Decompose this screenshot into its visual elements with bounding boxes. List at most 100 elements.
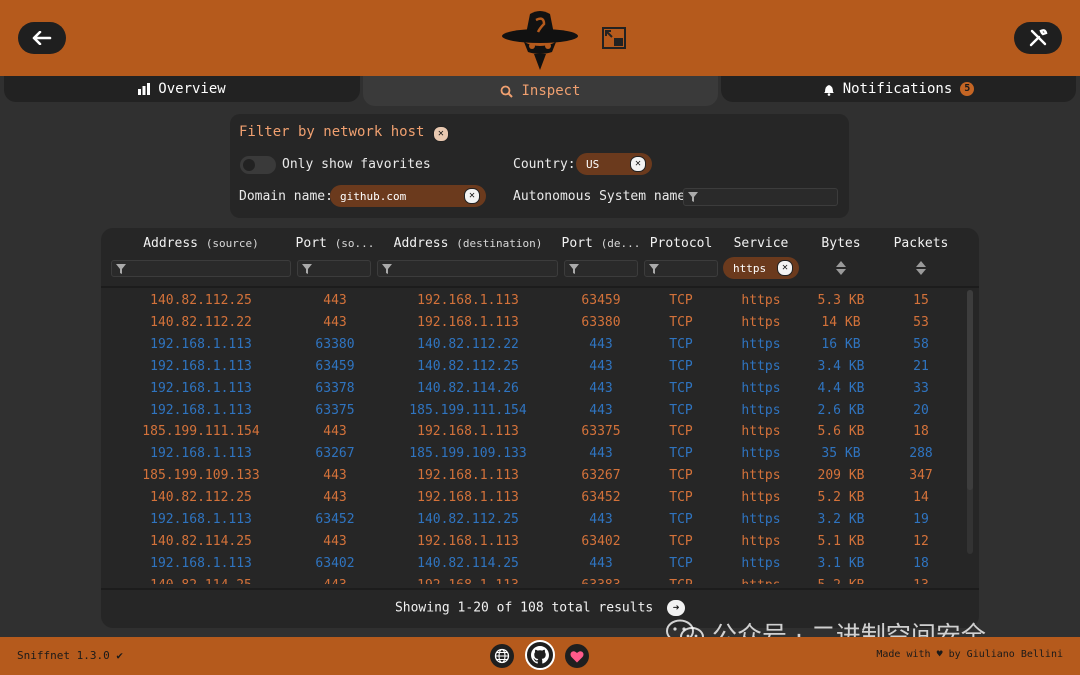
table-body[interactable]: 140.82.112.25 443 192.168.1.113 63459 TCP htt… [101, 290, 969, 584]
cell-packets: 15 [913, 293, 929, 308]
table-row[interactable]: 185.199.109.133 443 192.168.1.113 63267 TCP h… [101, 465, 969, 487]
heart-icon [570, 650, 584, 662]
tab-notifications[interactable]: Notifications 5 [721, 76, 1076, 102]
table-row[interactable]: 192.168.1.113 63402 140.82.114.25 443 TCP htt… [101, 553, 969, 575]
cell-packets: 20 [913, 402, 929, 418]
tab-label: Notifications [842, 81, 953, 97]
github-icon [531, 646, 549, 664]
version-label: Sniffnet 1.3.0 ✔ [17, 649, 123, 662]
column-filter-service[interactable]: https ✕ [723, 257, 799, 279]
domain-label: Domain name: [239, 189, 333, 204]
cell-packets: 13 [841, 575, 969, 584]
filter-icon [569, 264, 579, 274]
website-link[interactable] [490, 644, 514, 668]
table-row[interactable]: 192.168.1.113 63459 140.82.112.25 443 TCP htt… [101, 356, 969, 378]
table-row[interactable]: 185.199.111.154 443 192.168.1.113 63375 TCP h… [101, 421, 969, 443]
filter-icon [302, 264, 312, 274]
column-header-label: Packets [893, 236, 949, 251]
column-header-packets: Packets [841, 236, 979, 251]
cell-packets: 288 [909, 446, 933, 462]
thumbnail-mode-icon[interactable] [602, 27, 626, 49]
table-row[interactable]: 140.82.112.22 443 192.168.1.113 63380 TCP htt… [101, 312, 969, 334]
host-filter-panel: Filter by network host ✕ Only show favor… [230, 114, 849, 218]
footer-divider [101, 588, 979, 590]
bell-icon [823, 84, 834, 96]
as-label: Autonomous System name: [513, 189, 694, 204]
cell-packets: 14 [913, 490, 929, 506]
header-divider [101, 286, 979, 288]
sort-bytes-icon[interactable] [835, 260, 847, 276]
column-filter-source-port[interactable] [297, 260, 371, 277]
top-bar [0, 0, 1080, 76]
tab-overview[interactable]: Overview [4, 76, 360, 102]
column-filter-protocol[interactable] [644, 260, 718, 277]
tab-label: Inspect [521, 83, 581, 99]
back-button[interactable] [18, 22, 66, 54]
next-page-button[interactable]: ➜ [667, 600, 686, 616]
cell-packets: 12 [913, 533, 929, 549]
domain-filter-input[interactable]: github.com ✕ [330, 185, 486, 207]
results-text: Showing 1-20 of 108 total results [394, 600, 654, 616]
filter-icon [649, 264, 659, 274]
connections-table: Address (source) Port (so... Address (dest… [101, 228, 979, 628]
cell-packets: 347 [909, 468, 933, 484]
credit-label: Made with ♥ by Giuliano Bellini [876, 649, 1063, 660]
cell-packets: 58 [913, 336, 929, 352]
column-filter-destination-address[interactable] [377, 260, 558, 277]
table-row[interactable]: 192.168.1.113 63452 140.82.112.25 443 TCP htt… [101, 509, 969, 531]
sponsor-link[interactable] [565, 644, 589, 668]
filter-icon [688, 192, 698, 202]
country-value: US [586, 157, 600, 171]
host-filter-title-text: Filter by network host [239, 124, 425, 140]
column-header-label: Address [143, 236, 198, 251]
spy-hat-logo [502, 11, 578, 70]
cell-packets: 19 [913, 512, 929, 527]
table-row[interactable]: 140.82.112.25 443 192.168.1.113 63452 TCP htt… [101, 487, 969, 509]
country-filter-input[interactable]: US ✕ [576, 153, 652, 175]
globe-icon [494, 648, 510, 664]
scrollbar-thumb[interactable] [967, 290, 973, 490]
column-header-label: Address [393, 236, 449, 251]
magnifier-icon [501, 85, 514, 98]
clear-host-filters-icon[interactable]: ✕ [432, 126, 449, 142]
notification-count-badge: 5 [960, 82, 975, 96]
cell-packets: 18 [913, 555, 929, 571]
cell-packets: 18 [913, 424, 929, 440]
country-label: Country: [513, 157, 576, 172]
table-row[interactable]: 192.168.1.113 63375 185.199.111.154 443 TCP h… [101, 400, 969, 422]
host-filter-title: Filter by network host ✕ [239, 124, 449, 142]
footer-bar: Sniffnet 1.3.0 ✔ Made with ♥ by Giuliano… [0, 637, 1080, 675]
table-row[interactable]: 140.82.114.25443192.168.1.11363383TCPhtt… [101, 575, 969, 584]
table-row[interactable]: 192.168.1.113 63267 185.199.109.133 443 TCP h… [101, 443, 969, 465]
column-header-sub: (source) [205, 237, 259, 250]
domain-value: github.com [340, 189, 407, 203]
wrench-screwdriver-icon [1029, 29, 1048, 47]
cell-packets: 33 [913, 380, 929, 396]
arrow-left-icon [32, 31, 52, 45]
column-header-label: Port [561, 236, 593, 251]
clear-country-icon[interactable]: ✕ [630, 156, 646, 172]
github-link[interactable] [525, 640, 555, 670]
favorites-label: Only show favorites [282, 157, 431, 172]
table-row[interactable]: 140.82.112.25 443 192.168.1.113 63459 TCP htt… [101, 290, 969, 312]
chart-icon [138, 83, 151, 95]
favorites-toggle[interactable] [240, 156, 276, 174]
column-filter-destination-port[interactable] [564, 260, 638, 277]
filter-icon [382, 264, 392, 274]
cell-packets: 21 [913, 358, 929, 374]
results-summary: Showing 1-20 of 108 total results ➜ [101, 600, 979, 616]
clear-service-filter-icon[interactable]: ✕ [777, 260, 793, 276]
as-filter-input[interactable] [683, 188, 838, 206]
filter-icon [116, 264, 126, 274]
column-filter-source-address[interactable] [111, 260, 291, 277]
table-row[interactable]: 192.168.1.113 63378 140.82.114.26 443 TCP htt… [101, 378, 969, 400]
sort-packets-icon[interactable] [915, 260, 927, 276]
column-header-label: Port [295, 236, 327, 251]
tab-bar: Overview Inspect Notifications 5 [0, 76, 1080, 106]
clear-domain-icon[interactable]: ✕ [464, 188, 480, 204]
table-row[interactable]: 140.82.114.25 443 192.168.1.113 63402 TCP htt… [101, 531, 969, 553]
settings-button[interactable] [1014, 22, 1062, 54]
service-filter-value: https [733, 261, 767, 275]
table-row[interactable]: 192.168.1.113 63380 140.82.112.22 443 TCP htt… [101, 334, 969, 356]
tab-inspect[interactable]: Inspect [363, 76, 718, 106]
